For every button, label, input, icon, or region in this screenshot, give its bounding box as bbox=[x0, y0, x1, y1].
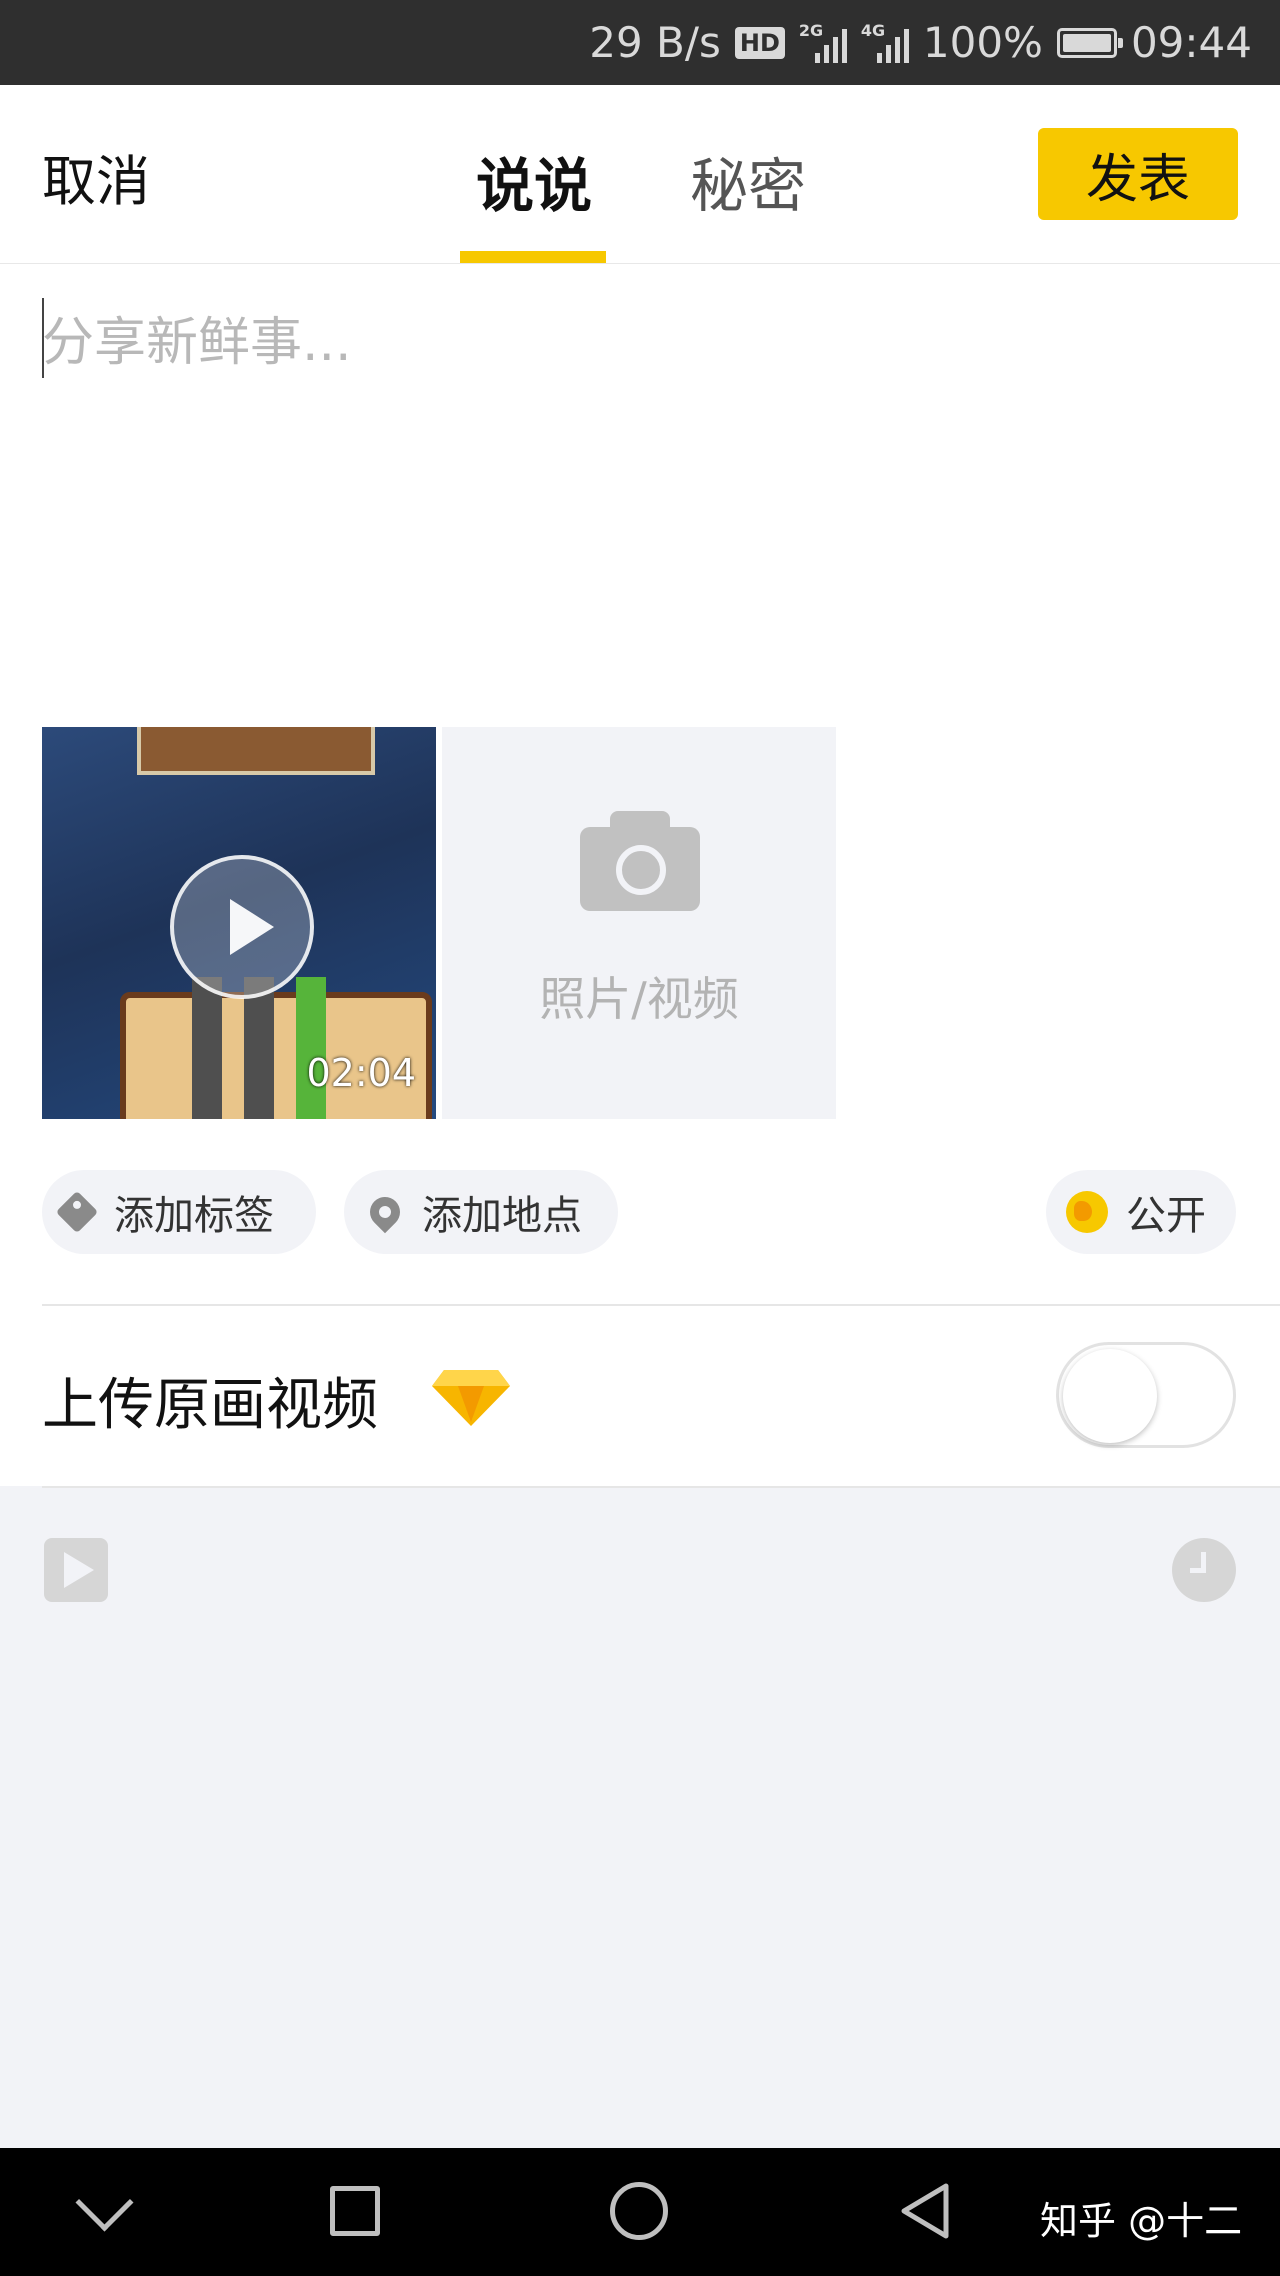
system-nav-bar: 知乎 @十二 bbox=[0, 2148, 1280, 2276]
compose-header: 取消 说说 秘密 发表 bbox=[0, 85, 1280, 264]
play-icon[interactable] bbox=[170, 855, 314, 999]
cancel-button[interactable]: 取消 bbox=[42, 137, 150, 216]
tab-secret[interactable]: 秘密 bbox=[690, 139, 806, 223]
clock-icon[interactable] bbox=[1172, 1538, 1236, 1602]
back-icon[interactable] bbox=[896, 2182, 954, 2240]
tag-icon bbox=[55, 1190, 99, 1234]
tab-shuoshuo[interactable]: 说说 bbox=[476, 139, 592, 223]
add-tag-label: 添加标签 bbox=[114, 1193, 274, 1239]
add-tag-button[interactable]: 添加标签 bbox=[42, 1170, 316, 1254]
home-icon[interactable] bbox=[610, 2182, 668, 2240]
watermark: 知乎 @十二 bbox=[1040, 2199, 1243, 2243]
signal-2g-icon: 2G bbox=[799, 21, 847, 63]
recents-icon[interactable] bbox=[330, 2186, 380, 2236]
thumbnail-button-art bbox=[192, 977, 222, 1119]
thumbnail-frame-art bbox=[137, 727, 375, 775]
hd-icon: HD bbox=[734, 26, 785, 59]
status-bar: 29 B/s HD 2G 4G 100% 09:44 bbox=[0, 0, 1280, 85]
video-thumbnail[interactable]: 02:04 bbox=[42, 727, 436, 1119]
active-tab-indicator bbox=[460, 251, 606, 263]
add-location-button[interactable]: 添加地点 bbox=[344, 1170, 618, 1254]
add-photo-video-button[interactable]: 照片/视频 bbox=[442, 727, 836, 1119]
network-speed: 29 B/s bbox=[589, 18, 721, 67]
add-photo-video-label: 照片/视频 bbox=[539, 972, 739, 1026]
camera-icon bbox=[580, 811, 700, 911]
clock: 09:44 bbox=[1130, 18, 1252, 67]
divider bbox=[42, 1304, 1280, 1306]
video-tool-icon[interactable] bbox=[44, 1538, 108, 1602]
globe-icon bbox=[1066, 1191, 1108, 1233]
upload-original-video-toggle[interactable] bbox=[1056, 1342, 1236, 1448]
battery-icon bbox=[1056, 27, 1123, 58]
video-duration: 02:04 bbox=[306, 1051, 416, 1095]
signal-4g-icon: 4G bbox=[861, 21, 909, 63]
publish-button[interactable]: 发表 bbox=[1038, 128, 1238, 220]
battery-percent: 100% bbox=[922, 18, 1043, 67]
visibility-label: 公开 bbox=[1126, 1193, 1206, 1239]
post-text-input[interactable]: 分享新鲜事... bbox=[42, 300, 1232, 390]
toggle-knob bbox=[1063, 1349, 1157, 1443]
add-location-label: 添加地点 bbox=[422, 1193, 582, 1239]
toolbar-area bbox=[0, 1486, 1280, 2148]
location-pin-icon bbox=[363, 1190, 407, 1234]
divider bbox=[42, 1486, 1280, 1488]
thumbnail-button-art bbox=[296, 977, 326, 1119]
hide-nav-icon[interactable] bbox=[75, 2173, 134, 2232]
upload-original-video-label: 上传原画视频 bbox=[42, 1373, 378, 1438]
visibility-button[interactable]: 公开 bbox=[1046, 1170, 1236, 1254]
